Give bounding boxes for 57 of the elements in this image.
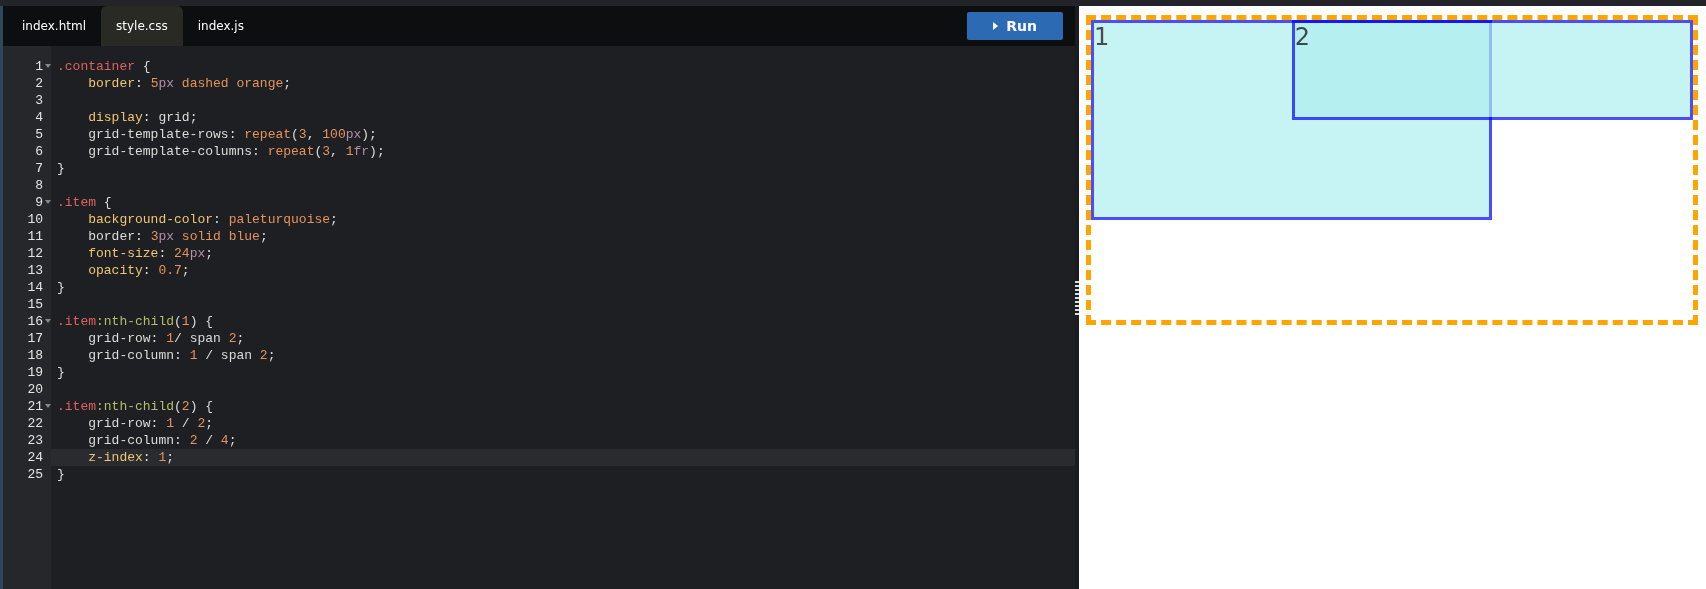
file-tab[interactable]: style.css (101, 6, 183, 46)
code-line: } (57, 280, 65, 295)
line-number: 12 (27, 246, 43, 261)
line-number: 22 (27, 416, 43, 431)
code-line: font-size: 24px; (87, 246, 214, 261)
line-number: 9 (35, 195, 43, 210)
line-number: 5 (35, 127, 43, 142)
code-line: grid-template-rows: repeat(3, 100px); (87, 127, 377, 142)
code-line: border: 3px solid blue; (87, 229, 268, 244)
code-line: } (57, 161, 65, 176)
line-number: 25 (27, 467, 43, 482)
resize-grip-icon[interactable] (1075, 280, 1079, 315)
line-number: 3 (35, 93, 43, 108)
code-line: .item { (57, 195, 112, 210)
line-number: 1 (35, 59, 43, 74)
line-number: 18 (27, 348, 43, 363)
code-line: opacity: 0.7; (87, 263, 190, 278)
line-number: 2 (35, 76, 43, 91)
play-icon (993, 22, 999, 30)
code-line: grid-column: 2 / 4; (87, 433, 237, 448)
line-number: 15 (27, 297, 43, 312)
fold-arrow-icon[interactable] (45, 200, 51, 204)
line-number: 11 (27, 229, 43, 244)
code-line: border: 5px dashed orange; (87, 76, 292, 91)
code-line: grid-row: 1/ span 2; (87, 331, 245, 346)
code-line: background-color: paleturquoise; (87, 212, 338, 227)
line-number: 13 (27, 263, 43, 278)
fold-arrow-icon[interactable] (45, 319, 51, 323)
code-line: grid-template-columns: repeat(3, 1fr); (87, 144, 385, 159)
code-line: } (57, 365, 65, 380)
code-line: z-index: 1; (87, 450, 175, 465)
line-number: 24 (27, 450, 43, 465)
line-number: 16 (27, 314, 43, 329)
code-line: .item:nth-child(2) { (57, 399, 214, 414)
code-line: .item:nth-child(1) { (57, 314, 214, 329)
file-tab[interactable]: index.html (7, 6, 101, 46)
code-line: grid-row: 1 / 2; (87, 416, 214, 431)
line-number: 23 (27, 433, 43, 448)
line-number: 10 (27, 212, 43, 227)
line-number: 20 (27, 382, 43, 397)
line-number: 21 (27, 399, 43, 414)
code-line: display: grid; (87, 110, 198, 125)
code-line: .container { (57, 59, 151, 74)
line-number: 19 (27, 365, 43, 380)
file-tab[interactable]: index.js (182, 6, 259, 46)
code-line: grid-column: 1 / span 2; (87, 348, 276, 363)
line-number: 17 (27, 331, 43, 346)
grid-item: 2 (1291, 20, 1693, 120)
run-button[interactable]: Run (967, 12, 1063, 40)
fold-arrow-icon[interactable] (45, 64, 51, 68)
line-number: 4 (35, 110, 43, 125)
fold-arrow-icon[interactable] (45, 404, 51, 408)
line-number: 8 (35, 178, 43, 193)
code-line: } (57, 467, 65, 482)
line-number: 14 (27, 280, 43, 295)
line-number: 7 (35, 161, 43, 176)
line-number: 6 (35, 144, 43, 159)
